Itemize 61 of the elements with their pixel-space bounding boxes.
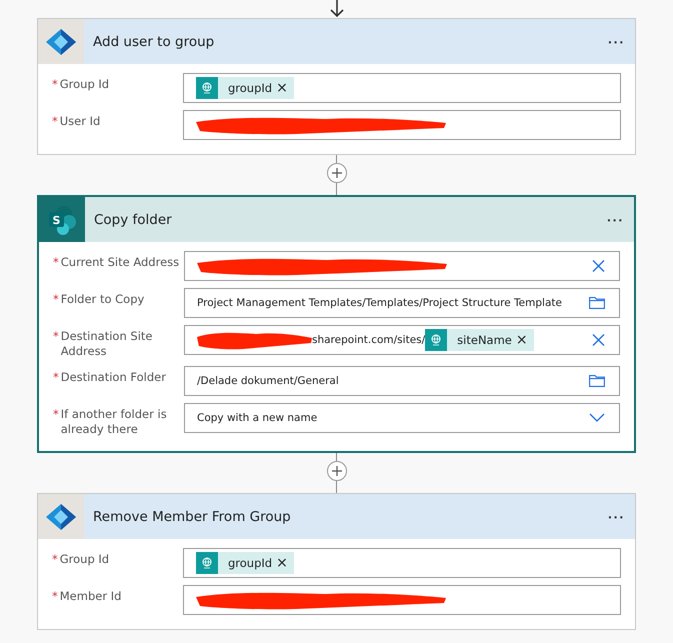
clear-icon[interactable] [592,334,605,346]
input-field[interactable] [184,251,620,281]
remove-token-button[interactable]: × [276,555,294,571]
field-label: Current Site Address [60,255,180,270]
required-mark: * [53,329,60,344]
required-mark: * [52,589,59,604]
more-button[interactable]: ··· [597,212,634,228]
more-button[interactable]: ··· [598,34,635,50]
input-field[interactable] [183,585,621,615]
input-field[interactable]: Project Management Templates/Templates/Project Structure Template [184,288,620,318]
required-mark: * [52,114,59,129]
field-value: Copy with a new name [197,412,318,424]
field-label: Destination Site Address [60,329,154,359]
input-field[interactable]: /Delade dokument/General [184,366,620,396]
required-mark: * [52,77,59,92]
clear-icon[interactable] [592,260,605,272]
required-mark: * [52,552,59,567]
action-card[interactable]: Remove Member From Group ··· * Group Id groupId × * Member Id [37,493,636,630]
diamond-logo-icon [46,28,76,54]
field-value: /Delade dokument/General [197,375,339,387]
input-field[interactable]: groupId × [183,548,621,578]
field-label: Folder to Copy [60,292,144,307]
required-mark: * [53,255,60,270]
field-label: Group Id [60,77,110,92]
action-card[interactable] [37,195,636,453]
action-card[interactable]: Add user to group ··· * Group Id groupId × * User Id [37,18,636,155]
globe-icon [196,77,218,99]
card-title: Remove Member From Group [92,508,292,524]
folder-icon[interactable] [589,297,605,309]
field-value: sharepoint.com/sites/ [312,334,426,346]
folder-icon[interactable] [589,375,605,387]
remove-token-button[interactable]: × [276,80,294,96]
diamond-logo-icon [46,504,76,530]
card-title: Add user to group [92,34,216,50]
field-value: Project Management Templates/Templates/Project Structure Template [197,297,562,309]
globe-icon [425,329,448,351]
required-mark: * [53,407,60,422]
remove-token-button[interactable]: × [516,332,534,348]
plus-icon [332,168,342,178]
more-button[interactable]: ··· [598,508,635,524]
field-label: Destination Folder [60,370,166,385]
input-field[interactable]: groupId × [183,73,621,103]
dropdown-field[interactable]: Copy with a new name [184,403,620,433]
token-label: siteName [456,333,513,347]
field-label: User Id [60,114,100,129]
input-field[interactable]: sharepoint.com/sites/ siteName × [184,325,620,355]
required-mark: * [53,292,60,307]
field-label: Group Id [60,552,110,567]
add-step-button[interactable] [326,163,346,183]
chevron-down-icon[interactable] [589,413,605,423]
arrow-down-icon [328,0,346,18]
token-label: groupId [227,556,274,570]
field-label: Member Id [60,589,122,604]
plus-icon [332,466,342,476]
globe-icon [196,552,218,574]
input-field[interactable] [183,110,621,140]
add-step-button[interactable] [326,461,346,481]
field-label: If another folder is already there [60,407,168,437]
token-label: groupId [227,81,274,95]
card-title: Copy folder [93,212,173,228]
required-mark: * [53,370,60,385]
